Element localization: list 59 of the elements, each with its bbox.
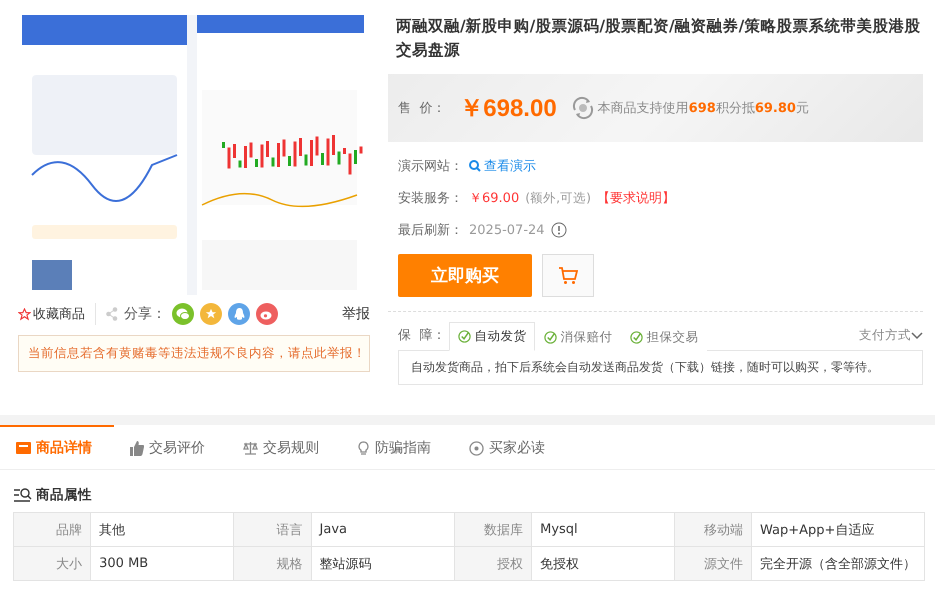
requirements-link[interactable]: 【要求说明】 [596, 189, 675, 207]
report-link[interactable]: 举报 [342, 305, 370, 323]
section-title: 商品属性 [36, 486, 92, 504]
attribute-value: Java [311, 512, 454, 546]
check-icon [630, 331, 644, 344]
lightbulb-icon [357, 440, 370, 456]
attribute-name: 语言 [234, 512, 312, 546]
attribute-name: 品牌 [14, 512, 91, 546]
attribute-name: 规格 [234, 546, 312, 580]
points-note: 本商品支持使用698积分抵69.80元 [598, 100, 809, 117]
cart-icon [558, 266, 578, 284]
guarantee-description: 自动发货商品，拍下后系统会自动发送商品发货（下载）链接，随时可以购买，零等待。 [398, 350, 923, 385]
product-title: 两融双融/新股申购/股票源码/股票配资/融资融券/策略股票系统带美股港股交易盘源 [395, 16, 922, 61]
attribute-value: Mysql [532, 512, 674, 546]
attribute-value: 完全开源（含全部源文件） [751, 546, 924, 580]
attribute-value: 300 MB [90, 546, 234, 580]
install-price: ￥69.00 [469, 190, 520, 207]
info-label: 安装服务： [398, 190, 463, 207]
refresh-date: 2025-07-24 [469, 222, 545, 238]
scale-icon [243, 441, 258, 455]
report-notice[interactable]: 当前信息若含有黄赌毒等违法违规不良内容，请点此举报！ [18, 335, 370, 372]
attribute-value: 免授权 [532, 546, 674, 580]
attribute-value: 其他 [90, 512, 234, 546]
target-icon [469, 440, 484, 456]
star-share-icon[interactable] [200, 303, 222, 325]
share-icon [106, 307, 118, 321]
attribute-name: 数据库 [454, 512, 532, 546]
favorite-link[interactable]: 收藏商品 [18, 305, 85, 323]
buy-now-button[interactable]: 立即购买 [398, 254, 532, 297]
attribute-name: 授权 [454, 546, 532, 580]
share-label: 分享： [124, 305, 166, 323]
wechat-icon[interactable] [172, 303, 194, 325]
attribute-name: 移动端 [674, 512, 752, 546]
search-icon [469, 160, 481, 172]
install-note: (额外,可选) [525, 190, 591, 206]
attribute-name: 大小 [14, 546, 91, 580]
guarantee-label: 保 障： [398, 327, 446, 345]
check-icon [544, 331, 558, 344]
list-search-icon [14, 487, 32, 503]
check-icon [458, 330, 472, 343]
document-icon [16, 441, 31, 455]
price-label: 售 价： [398, 100, 446, 117]
info-label: 最后刷新： [398, 222, 463, 239]
info-icon [550, 222, 567, 238]
weibo-icon[interactable] [256, 303, 278, 325]
attribute-value: Wap+App+自适应 [751, 512, 924, 546]
points-icon [570, 96, 595, 120]
penguin-icon[interactable] [228, 303, 250, 325]
demo-link[interactable]: 查看演示 [469, 157, 536, 175]
info-label: 演示网站： [398, 158, 463, 175]
chevron-down-icon [911, 332, 923, 340]
add-to-cart-button[interactable] [542, 254, 594, 297]
payment-dropdown[interactable]: 支付方式 [859, 327, 923, 350]
attribute-name: 源文件 [674, 546, 752, 580]
thumbs-up-icon [130, 440, 144, 456]
star-icon [18, 308, 31, 320]
guarantee-tab[interactable]: 自动发货 [449, 322, 536, 351]
price-value: ￥698.00 [459, 94, 557, 124]
attribute-value: 整站源码 [311, 546, 454, 580]
